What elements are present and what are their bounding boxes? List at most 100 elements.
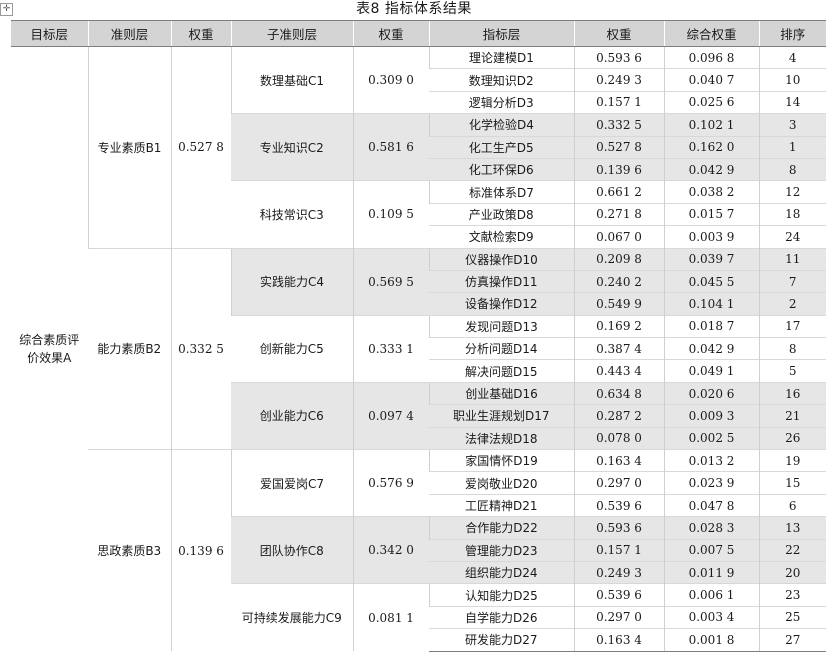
rank-cell: 7 (758, 269, 826, 293)
indicator-name-cell: 标准体系D7 (428, 180, 574, 204)
composite-weight-cell: 0.003 4 (663, 605, 759, 629)
indicator-weight-cell: 0.078 0 (573, 426, 664, 450)
rank-cell: 4 (758, 45, 826, 69)
sub-criteria-name-cell: 爱国爱岗C7 (230, 449, 353, 517)
composite-weight-cell: 0.102 1 (663, 113, 759, 137)
header-criteria-layer: 准则层 (87, 20, 171, 47)
sub-criteria-name-cell: 实践能力C4 (230, 247, 353, 316)
header-criteria-weight: 权重 (170, 20, 231, 47)
composite-weight-cell: 0.018 7 (663, 314, 759, 338)
indicator-name-cell: 研发能力D27 (429, 628, 574, 652)
composite-weight-cell: 0.001 8 (663, 628, 759, 652)
composite-weight-cell: 0.011 9 (663, 560, 759, 584)
rank-cell: 17 (758, 314, 826, 338)
indicator-name-cell: 职业生涯规划D17 (429, 404, 574, 428)
indicator-name-cell: 产业政策D8 (429, 202, 574, 226)
header-indicator-weight: 权重 (573, 20, 664, 47)
indicator-weight-cell: 0.387 4 (573, 337, 664, 360)
indicator-weight-cell: 0.163 4 (573, 449, 664, 472)
indicator-name-cell: 法律法规D18 (429, 426, 574, 450)
sub-criteria-weight-cell: 0.342 0 (352, 516, 429, 584)
indicator-name-cell: 认知能力D25 (428, 583, 574, 607)
rank-cell: 13 (758, 516, 826, 540)
rank-cell: 18 (758, 202, 826, 226)
indicator-weight-cell: 0.271 8 (573, 202, 664, 226)
composite-weight-cell: 0.162 0 (663, 135, 759, 159)
indicator-name-cell: 工匠精神D21 (429, 493, 574, 517)
sub-criteria-weight-cell: 0.576 9 (352, 449, 429, 517)
rank-cell: 10 (758, 68, 826, 92)
indicator-weight-cell: 0.249 3 (573, 560, 664, 584)
indicator-name-cell: 爱岗敬业D20 (429, 471, 574, 495)
table-header-row: 目标层 准则层 权重 子准则层 权重 指标层 权重 综合权重 排序 (11, 20, 826, 47)
rank-cell: 20 (758, 560, 826, 584)
indicator-weight-cell: 0.539 6 (573, 493, 664, 517)
composite-weight-cell: 0.049 1 (663, 359, 759, 383)
indicator-weight-cell: 0.240 2 (573, 269, 664, 293)
rank-cell: 22 (758, 538, 826, 562)
header-sub-criteria-weight: 权重 (352, 20, 429, 47)
indicator-weight-cell: 0.249 3 (573, 68, 664, 92)
table-body: 综合素质评价效果A 专业素质B1 0.527 8 数理基础C1 0.309 0 理论建模D… (11, 45, 826, 652)
rank-cell: 16 (758, 381, 826, 405)
composite-weight-cell: 0.096 8 (663, 45, 759, 69)
indicator-weight-cell: 0.593 6 (573, 516, 664, 540)
indicator-name-cell: 化工生产D5 (429, 135, 574, 159)
composite-weight-cell: 0.023 9 (663, 471, 759, 495)
rank-cell: 6 (758, 493, 826, 517)
composite-weight-cell: 0.007 5 (663, 538, 759, 562)
indicator-weight-cell: 0.209 8 (573, 247, 664, 271)
indicator-name-cell: 化工环保D6 (429, 157, 574, 181)
table-row: 能力素质B2 0.332 5 实践能力C4 0.569 5 仪器操作D10 0.209 8… (11, 247, 826, 450)
indicator-weight-cell: 0.539 6 (573, 583, 664, 607)
table-row: 思政素质B3 0.139 6 爱国爱岗C7 0.576 9 家国情怀D19 0.163 4… (11, 449, 826, 652)
composite-weight-cell: 0.104 1 (663, 292, 759, 316)
sub-criteria-weight-cell: 0.109 5 (352, 180, 429, 249)
rank-cell: 11 (758, 247, 826, 271)
indicator-weight-cell: 0.332 5 (573, 113, 664, 137)
indicator-name-cell: 自学能力D26 (429, 605, 574, 629)
composite-weight-cell: 0.042 9 (663, 337, 759, 360)
sub-criteria-name-cell: 创业能力C6 (231, 381, 353, 450)
header-target-layer: 目标层 (11, 20, 88, 47)
composite-weight-cell: 0.028 3 (663, 516, 759, 540)
composite-weight-cell: 0.038 2 (663, 180, 759, 204)
indicator-weight-cell: 0.163 4 (573, 628, 664, 652)
composite-weight-cell: 0.047 8 (663, 493, 759, 517)
indicator-name-cell: 创业基础D16 (428, 381, 574, 405)
rank-cell: 5 (758, 359, 826, 383)
indicator-weight-cell: 0.443 4 (573, 359, 664, 383)
indicator-name-cell: 数理知识D2 (429, 68, 574, 92)
indicator-name-cell: 合作能力D22 (428, 516, 574, 540)
rank-cell: 3 (758, 113, 826, 137)
indicator-name-cell: 管理能力D23 (429, 538, 574, 562)
table-row: 综合素质评价效果A 专业素质B1 0.527 8 数理基础C1 0.309 0 理论建模D… (11, 45, 826, 652)
composite-weight-cell: 0.020 6 (663, 381, 759, 405)
composite-weight-cell: 0.042 9 (663, 157, 759, 181)
indicator-name-cell: 逻辑分析D3 (429, 90, 574, 114)
indicator-weight-cell: 0.287 2 (573, 404, 664, 428)
indicator-name-cell: 解决问题D15 (429, 359, 574, 383)
composite-weight-cell: 0.040 7 (663, 68, 759, 92)
indicator-weight-cell: 0.067 0 (573, 225, 664, 249)
composite-weight-cell: 0.045 5 (663, 269, 759, 293)
indicator-name-cell: 家国情怀D19 (428, 449, 574, 472)
composite-weight-cell: 0.039 7 (663, 247, 759, 271)
indicator-weight-cell: 0.593 6 (573, 45, 664, 69)
sub-criteria-weight-cell: 0.081 1 (352, 583, 429, 652)
criteria-weight-cell: 0.139 6 (170, 449, 231, 652)
rank-cell: 21 (758, 404, 826, 428)
composite-weight-cell: 0.002 5 (663, 426, 759, 450)
target-layer-cell: 综合素质评价效果A (11, 46, 88, 652)
rank-cell: 26 (758, 426, 826, 450)
indicator-weight-cell: 0.157 1 (573, 90, 664, 114)
indicator-name-cell: 化学检验D4 (428, 113, 574, 137)
table-caption: 表8 指标体系结果 (356, 1, 472, 17)
indicator-name-cell: 发现问题D13 (428, 314, 574, 338)
composite-weight-cell: 0.003 9 (663, 225, 759, 249)
criteria-name-cell: 专业素质B1 (87, 46, 171, 249)
sub-criteria-weight-cell: 0.333 1 (352, 314, 429, 383)
indicator-name-cell: 组织能力D24 (429, 560, 574, 584)
composite-weight-cell: 0.015 7 (663, 202, 759, 226)
rank-cell: 27 (758, 628, 826, 652)
